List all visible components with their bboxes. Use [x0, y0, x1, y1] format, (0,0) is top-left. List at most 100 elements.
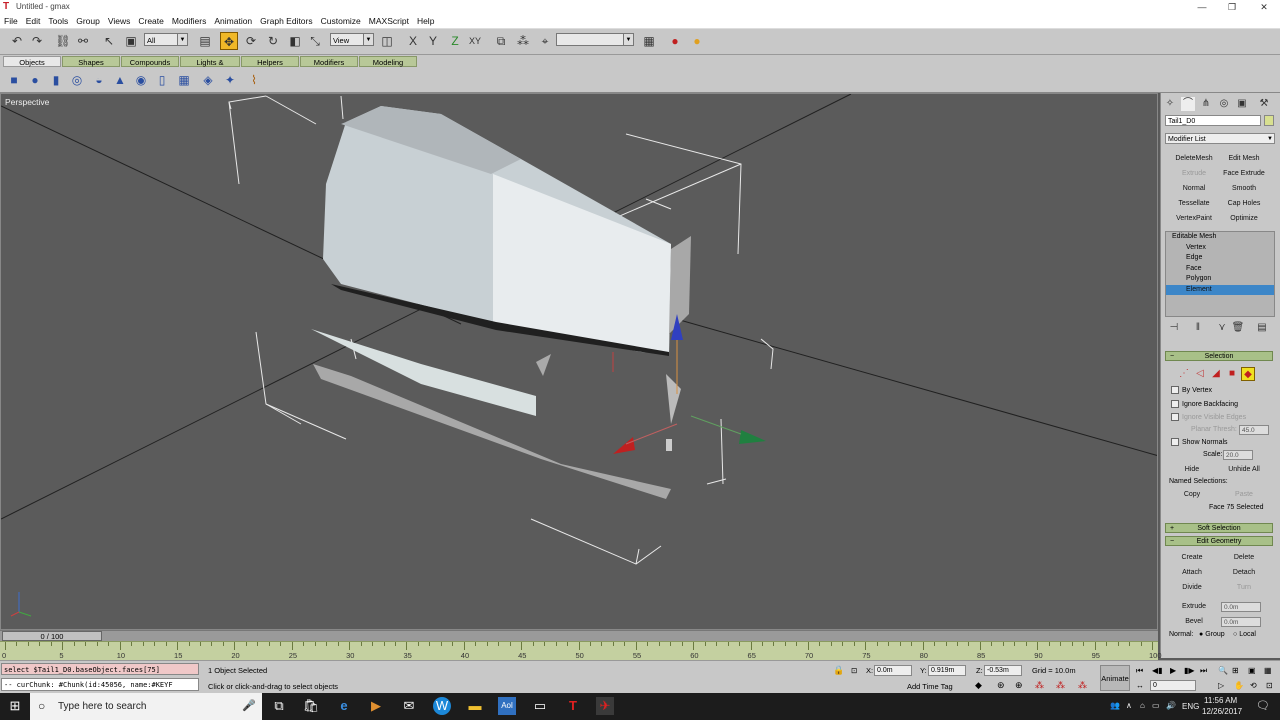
- select-by-name-icon[interactable]: ▤: [196, 32, 214, 50]
- percent-snap-icon[interactable]: ⁂: [1035, 680, 1044, 691]
- turn-button[interactable]: Turn: [1219, 582, 1269, 594]
- unhide-all-button[interactable]: Unhide All: [1219, 464, 1269, 476]
- select-icon[interactable]: ↖: [100, 32, 118, 50]
- display-panel-icon[interactable]: ▣: [1235, 97, 1249, 111]
- y-coord-field[interactable]: 0.919m: [928, 665, 966, 676]
- show-end-result-icon[interactable]: ‖: [1191, 321, 1205, 335]
- by-vertex-checkbox[interactable]: By Vertex: [1171, 386, 1212, 396]
- paste-button[interactable]: Paste: [1219, 489, 1269, 501]
- tessellate-button[interactable]: Tessellate: [1169, 198, 1219, 210]
- menu-tools[interactable]: Tools: [44, 14, 72, 28]
- modifier-list-dropdown[interactable]: Modifier List ▼: [1165, 133, 1275, 144]
- monitor-icon[interactable]: ▭: [1152, 701, 1160, 710]
- group-radio[interactable]: ● Group: [1199, 630, 1225, 640]
- maximize-viewport-icon[interactable]: ⊡: [1266, 680, 1273, 691]
- media-app-icon[interactable]: ▶: [367, 697, 385, 715]
- edge-mode-icon[interactable]: ◁: [1193, 367, 1207, 381]
- time-slider-knob[interactable]: 0 / 100: [2, 631, 102, 641]
- motion-panel-icon[interactable]: ◎: [1217, 97, 1231, 111]
- deletemesh-button[interactable]: DeleteMesh: [1169, 153, 1219, 165]
- hide-button[interactable]: Hide: [1167, 464, 1217, 476]
- local-radio[interactable]: ○ Local: [1233, 630, 1256, 640]
- go-to-start-icon[interactable]: ⏮: [1136, 665, 1143, 676]
- tube-icon[interactable]: ▯: [154, 72, 170, 88]
- current-frame-field[interactable]: 0: [1150, 680, 1196, 691]
- named-selection-dropdown[interactable]: ▼: [556, 33, 634, 46]
- restrict-xy-icon[interactable]: XY: [466, 32, 484, 50]
- geosphere-icon[interactable]: ◉: [133, 72, 149, 88]
- menu-create[interactable]: Create: [134, 14, 168, 28]
- face-mode-icon[interactable]: ◢: [1209, 367, 1223, 381]
- edge-browser-icon[interactable]: e: [335, 697, 353, 715]
- undo-icon[interactable]: ↶: [8, 32, 26, 50]
- element-mode-icon[interactable]: ◆: [1241, 367, 1255, 381]
- menu-help[interactable]: Help: [413, 14, 438, 28]
- file-explorer-icon[interactable]: ▬: [466, 697, 484, 715]
- wiki-app-icon[interactable]: W: [433, 697, 451, 715]
- cone-icon[interactable]: ▲: [112, 72, 128, 88]
- menu-customize[interactable]: Customize: [317, 14, 365, 28]
- remove-modifier-icon[interactable]: 🗑: [1231, 321, 1245, 335]
- restrict-z-icon[interactable]: Z: [446, 32, 464, 50]
- normals-scale-spinner[interactable]: 20.0: [1223, 450, 1253, 460]
- selection-filter-dropdown[interactable]: All ▼: [144, 33, 188, 46]
- show-normals-checkbox[interactable]: Show Normals: [1171, 438, 1228, 448]
- x-coord-field[interactable]: 0.0m: [874, 665, 912, 676]
- zoom-icon[interactable]: 🔍: [1218, 665, 1228, 676]
- hierarchy-panel-icon[interactable]: ⋔: [1199, 97, 1213, 111]
- edit-named-selection-icon[interactable]: ⁂: [1078, 680, 1087, 691]
- menu-graph-editors[interactable]: Graph Editors: [256, 14, 316, 28]
- tab-shapes[interactable]: Shapes: [62, 56, 120, 67]
- microphone-icon[interactable]: 🎤: [242, 699, 256, 712]
- normal-button[interactable]: Normal: [1169, 183, 1219, 195]
- clock-time[interactable]: 11:56 AM: [1204, 696, 1237, 705]
- cap-holes-button[interactable]: Cap Holes: [1219, 198, 1269, 210]
- task-view-icon[interactable]: ⧉: [270, 697, 288, 715]
- stack-item-element[interactable]: Element: [1166, 284, 1274, 295]
- array-icon[interactable]: ⁂: [514, 32, 532, 50]
- animate-button[interactable]: Animate: [1100, 665, 1130, 691]
- object-name-field[interactable]: Tail1_D0: [1165, 115, 1261, 126]
- region-select-icon[interactable]: ▣: [122, 32, 140, 50]
- smooth-button[interactable]: Smooth: [1219, 183, 1269, 195]
- zoom-extents-all-icon[interactable]: ▦: [1264, 665, 1272, 676]
- restrict-y-icon[interactable]: Y: [424, 32, 442, 50]
- lock-icon[interactable]: 🔒: [833, 665, 844, 676]
- vertex-mode-icon[interactable]: ⋰: [1177, 367, 1191, 381]
- taskbar-search-box[interactable]: ○ Type here to search 🎤: [30, 693, 262, 720]
- key-mode-icon[interactable]: ◆: [975, 680, 982, 691]
- mail-icon[interactable]: ✉: [400, 697, 418, 715]
- clock-date[interactable]: 12/26/2017: [1202, 707, 1242, 716]
- bevel-button[interactable]: Bevel: [1169, 616, 1219, 628]
- tab-compounds[interactable]: Compounds: [121, 56, 179, 67]
- stack-editable-mesh[interactable]: Editable Mesh: [1166, 232, 1274, 243]
- box-icon[interactable]: ■: [6, 72, 22, 88]
- snap-icon[interactable]: ⊛: [997, 680, 1005, 691]
- copy-button[interactable]: Copy: [1167, 489, 1217, 501]
- next-frame-icon[interactable]: ▮▶: [1184, 665, 1195, 676]
- menu-modifiers[interactable]: Modifiers: [168, 14, 210, 28]
- language-indicator[interactable]: ENG: [1182, 702, 1199, 711]
- hedra-icon[interactable]: ✦: [222, 72, 238, 88]
- extrude-spinner[interactable]: 0.0m: [1221, 602, 1261, 612]
- mirror-icon[interactable]: ⧉: [492, 32, 510, 50]
- tab-modifiers[interactable]: Modifiers: [300, 56, 358, 67]
- edit-geometry-rollout-header[interactable]: − Edit Geometry: [1165, 536, 1273, 546]
- pyramid-icon[interactable]: ◈: [200, 72, 216, 88]
- tab-objects[interactable]: Objects: [3, 56, 61, 67]
- utilities-panel-icon[interactable]: ⚒: [1257, 97, 1271, 111]
- cylinder-icon[interactable]: ▮: [48, 72, 64, 88]
- ignore-backfacing-checkbox[interactable]: Ignore Backfacing: [1171, 400, 1238, 410]
- people-icon[interactable]: 👥: [1110, 701, 1120, 710]
- divide-button[interactable]: Divide: [1167, 582, 1217, 594]
- windows-start-icon[interactable]: ⊞: [6, 697, 24, 715]
- ignore-visible-edges-checkbox[interactable]: Ignore Visible Edges: [1171, 413, 1246, 423]
- zoom-all-icon[interactable]: ⊞: [1232, 665, 1239, 676]
- vertexpaint-button[interactable]: VertexPaint: [1169, 213, 1219, 225]
- maxscript-listener-input[interactable]: select $Tail1_D0.baseObject.faces[75]: [1, 663, 199, 675]
- rotate-alt-icon[interactable]: ↻: [264, 32, 282, 50]
- spline-icon[interactable]: ⌇: [246, 72, 262, 88]
- stack-item-edge[interactable]: Edge: [1166, 253, 1274, 264]
- window-app-icon[interactable]: ▭: [531, 697, 549, 715]
- pin-stack-icon[interactable]: ⊣: [1167, 321, 1181, 335]
